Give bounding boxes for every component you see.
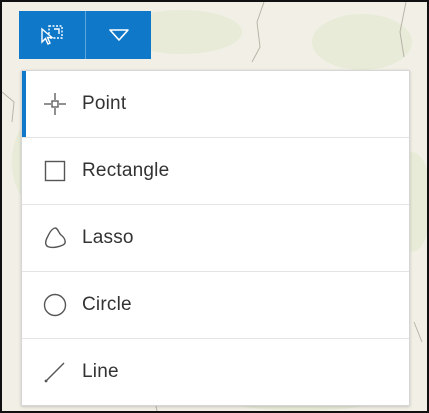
circle-icon [41, 291, 69, 319]
menu-item-point[interactable]: Point [22, 71, 409, 138]
caret-down-icon [108, 29, 129, 41]
selection-shape-menu: Point Rectangle Lasso Circle Line [21, 70, 410, 406]
select-by-shape-button[interactable] [19, 11, 85, 59]
menu-item-label: Point [82, 93, 127, 114]
lasso-icon [41, 224, 69, 252]
selection-toolbar [19, 11, 151, 59]
menu-item-line[interactable]: Line [22, 339, 409, 405]
app-frame: Point Rectangle Lasso Circle Line [0, 0, 429, 413]
menu-item-label: Lasso [82, 227, 134, 248]
rectangle-icon [41, 157, 69, 185]
menu-item-label: Line [82, 361, 119, 382]
menu-item-rectangle[interactable]: Rectangle [22, 138, 409, 205]
menu-item-circle[interactable]: Circle [22, 272, 409, 339]
selection-dropdown-button[interactable] [85, 11, 151, 59]
select-by-shape-icon [41, 25, 63, 45]
menu-item-label: Rectangle [82, 160, 170, 181]
menu-item-lasso[interactable]: Lasso [22, 205, 409, 272]
point-crosshair-icon [41, 90, 69, 118]
menu-item-label: Circle [82, 294, 132, 315]
line-icon [41, 358, 69, 386]
